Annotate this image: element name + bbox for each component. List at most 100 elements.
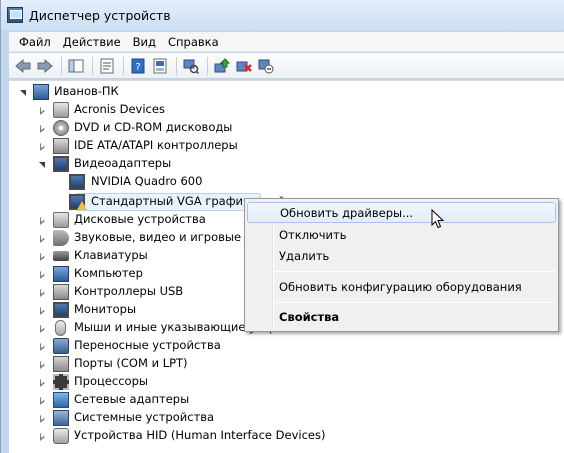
- update-driver-button[interactable]: [212, 56, 232, 76]
- display-icon: [53, 156, 69, 172]
- tree-node-label: Дисковые устройства: [74, 212, 206, 226]
- device-manager-window: Диспетчер устройств Файл Действие Вид Сп…: [0, 0, 564, 453]
- scan-hardware-button[interactable]: [181, 56, 201, 76]
- expand-icon[interactable]: [38, 414, 47, 423]
- uninstall-icon: [236, 61, 252, 72]
- expand-icon[interactable]: [38, 360, 47, 369]
- menu-view[interactable]: Вид: [127, 35, 162, 49]
- mouse-icon: [55, 320, 66, 336]
- network-icon: [53, 392, 69, 408]
- tree-node-nvidia[interactable]: NVIDIA Quadro 600: [65, 173, 365, 191]
- toolbar-separator: [61, 56, 62, 75]
- help-button[interactable]: ?: [128, 56, 148, 76]
- console-tree-icon: [68, 59, 84, 72]
- collapse-icon[interactable]: [38, 160, 47, 169]
- context-menu: Обновить драйверы... Отключить Удалить О…: [244, 198, 559, 332]
- show-hidden-icon: [153, 58, 167, 73]
- menu-help[interactable]: Справка: [162, 35, 225, 49]
- expand-icon[interactable]: [38, 342, 47, 351]
- menu-disable[interactable]: Отключить: [247, 224, 556, 245]
- uninstall-button[interactable]: [234, 56, 254, 76]
- disk-icon: [53, 102, 69, 118]
- tree-root-label: Иванов-ПК: [54, 84, 119, 98]
- menu-separator: [275, 302, 555, 303]
- menu-update-drivers[interactable]: Обновить драйверы...: [247, 202, 556, 223]
- properties-button[interactable]: [97, 56, 117, 76]
- tree-node-hid[interactable]: Устройства HID (Human Interface Devices): [36, 427, 336, 445]
- ide-icon: [53, 138, 69, 154]
- back-icon: [15, 58, 31, 73]
- expand-icon[interactable]: [38, 106, 47, 115]
- menu-file[interactable]: Файл: [13, 35, 57, 49]
- mouse-cursor-icon: [431, 209, 445, 229]
- tree-node-label: Клавиатуры: [74, 248, 148, 262]
- expand-icon[interactable]: [38, 216, 47, 225]
- back-button[interactable]: [13, 56, 33, 76]
- tree-node-network[interactable]: Сетевые адаптеры: [36, 391, 336, 409]
- scan-hardware-icon: [183, 59, 199, 74]
- tree-node-label: Мониторы: [74, 302, 137, 316]
- tree-node-label: Устройства HID (Human Interface Devices): [74, 428, 326, 442]
- title-bar[interactable]: Диспетчер устройств: [1, 0, 564, 30]
- usb-icon: [53, 284, 69, 300]
- ports-icon: [53, 356, 69, 372]
- show-hidden-button[interactable]: [150, 56, 170, 76]
- disable-icon: [258, 59, 274, 73]
- expand-icon[interactable]: [38, 378, 47, 387]
- toolbar-separator: [207, 56, 208, 75]
- window-title: Диспетчер устройств: [29, 7, 171, 23]
- expand-icon[interactable]: [38, 124, 47, 133]
- disable-button[interactable]: [256, 56, 276, 76]
- svg-text:?: ?: [135, 62, 140, 73]
- tree-node-label: Acronis Devices: [74, 102, 165, 116]
- menu-scan-hardware[interactable]: Обновить конфигурацию оборудования: [247, 276, 556, 297]
- computer-icon: [53, 266, 69, 282]
- collapse-icon[interactable]: [19, 88, 28, 97]
- sound-icon: [53, 230, 69, 246]
- expand-icon[interactable]: [38, 324, 47, 333]
- computer-icon: [33, 84, 49, 100]
- tree-node-dvd[interactable]: DVD и CD-ROM дисководы: [36, 119, 336, 137]
- tree-node-label: Контроллеры USB: [74, 284, 184, 298]
- expand-icon[interactable]: [38, 252, 47, 261]
- menu-bar: Файл Действие Вид Справка: [9, 32, 564, 52]
- tree-node-label: Сетевые адаптеры: [74, 392, 190, 406]
- expand-icon[interactable]: [38, 288, 47, 297]
- tree-node-label: Порты (COM и LPT): [74, 356, 188, 370]
- toolbar-separator: [123, 56, 124, 75]
- cpu-icon: [53, 374, 69, 390]
- tree-node-processors[interactable]: Процессоры: [36, 373, 336, 391]
- menu-action[interactable]: Действие: [57, 35, 127, 49]
- expand-icon[interactable]: [38, 396, 47, 405]
- menu-separator: [275, 271, 555, 272]
- tree-node-acronis[interactable]: Acronis Devices: [36, 101, 336, 119]
- tree-node-label: DVD и CD-ROM дисководы: [74, 120, 233, 134]
- update-driver-icon: [214, 57, 230, 72]
- tree-node-label: Системные устройства: [74, 410, 215, 424]
- tree-node-ports[interactable]: Порты (COM и LPT): [36, 355, 336, 373]
- warning-icon: [77, 201, 87, 210]
- menu-properties[interactable]: Свойства: [247, 306, 556, 327]
- tree-node-display-adapters[interactable]: Видеоадаптеры: [36, 155, 336, 173]
- menu-uninstall[interactable]: Удалить: [247, 245, 556, 266]
- tree-node-portable[interactable]: Переносные устройства: [36, 337, 336, 355]
- help-icon: ?: [131, 58, 145, 73]
- forward-button[interactable]: [35, 56, 55, 76]
- tree-node-system[interactable]: Системные устройства: [36, 409, 336, 427]
- tree-node-ide[interactable]: IDE ATA/ATAPI контроллеры: [36, 137, 336, 155]
- expand-icon[interactable]: [38, 432, 47, 441]
- tree-node-label: Компьютер: [74, 266, 143, 280]
- tree-root[interactable]: Иванов-ПК: [15, 83, 215, 101]
- tree-node-label: Переносные устройства: [74, 338, 221, 352]
- expand-icon[interactable]: [38, 306, 47, 315]
- tree-node-label: Видеоадаптеры: [74, 156, 172, 170]
- toolbar-separator: [92, 56, 93, 75]
- expand-icon[interactable]: [38, 142, 47, 151]
- console-tree-button[interactable]: [66, 56, 86, 76]
- system-icon: [53, 410, 69, 426]
- hid-icon: [53, 428, 69, 444]
- expand-icon[interactable]: [38, 270, 47, 279]
- expand-icon[interactable]: [38, 234, 47, 243]
- monitor-icon: [53, 302, 69, 318]
- portable-icon: [53, 338, 69, 354]
